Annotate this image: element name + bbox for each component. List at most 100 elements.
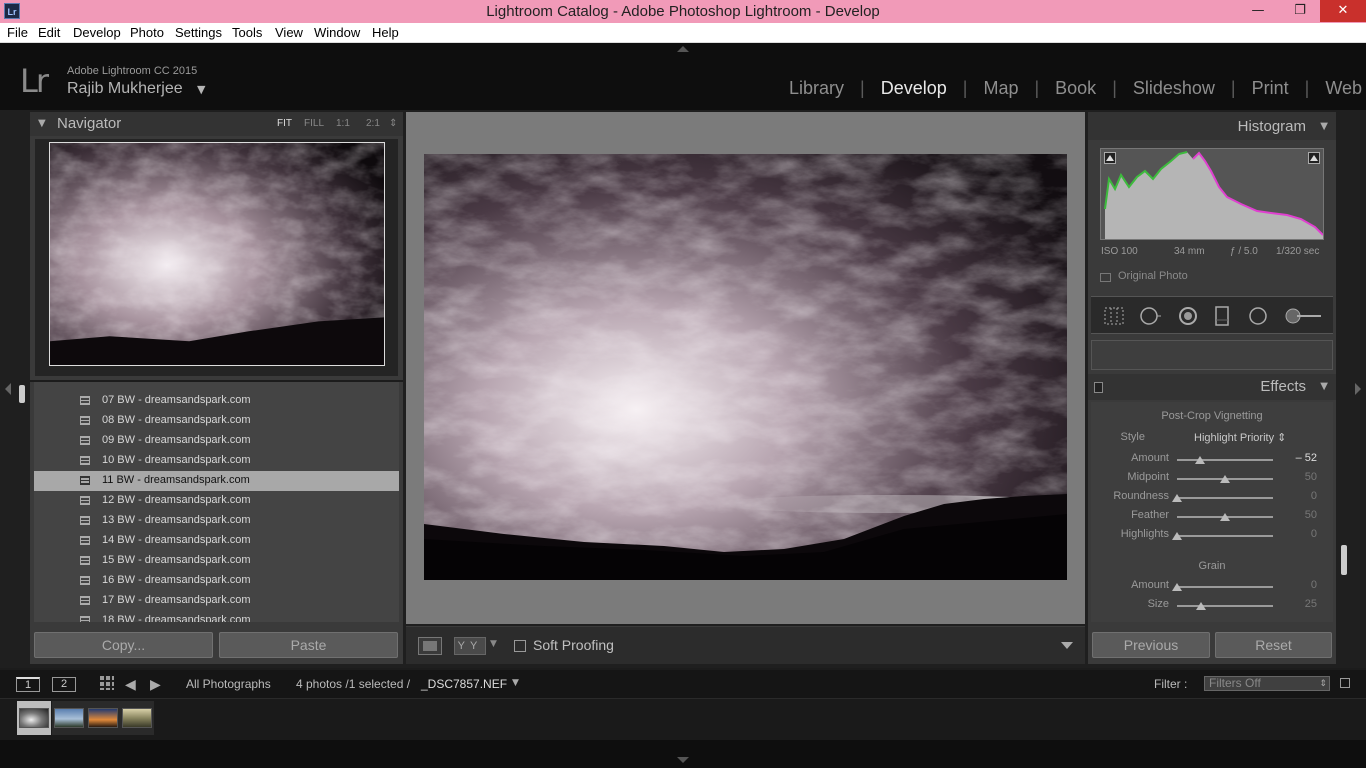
collapse-triangle-icon[interactable]: ▼	[1320, 121, 1328, 132]
filmstrip-source[interactable]: All Photographs	[186, 677, 271, 691]
snapshot-item[interactable]: 08 BW - dreamsandspark.com	[34, 411, 399, 431]
slider-thumb[interactable]	[1172, 532, 1182, 540]
histogram-header[interactable]: Histogram ▼	[1088, 112, 1336, 140]
filmstrip-thumb[interactable]	[120, 701, 154, 735]
graduated-filter-icon[interactable]	[1211, 306, 1233, 326]
slider-value[interactable]: 50	[1281, 509, 1317, 521]
snapshot-item[interactable]: 07 BW - dreamsandspark.com	[34, 391, 399, 411]
filmstrip-thumb[interactable]	[17, 701, 51, 735]
collapse-right-panel-arrow[interactable]	[1355, 383, 1361, 395]
primary-display-button[interactable]: 1	[16, 677, 40, 692]
zoom-fit[interactable]: FIT	[277, 118, 292, 129]
previous-button[interactable]: Previous	[1092, 632, 1210, 658]
slider-thumb[interactable]	[1196, 602, 1206, 610]
zoom-more-icon[interactable]: ⇕	[389, 118, 397, 129]
module-print[interactable]: Print	[1236, 78, 1305, 99]
user-menu-caret-icon[interactable]: ▼	[197, 83, 205, 96]
snapshot-item[interactable]: 18 BW - dreamsandspark.com	[34, 611, 399, 622]
zoom-fill[interactable]: FILL	[304, 118, 324, 129]
copy-settings-button[interactable]: Copy...	[34, 632, 213, 658]
module-web[interactable]: Web	[1309, 78, 1362, 99]
maximize-button[interactable]: ❐	[1280, 0, 1320, 22]
menu-window[interactable]: Window	[314, 25, 360, 40]
shadow-clipping-toggle[interactable]	[1104, 152, 1116, 164]
histogram-graph[interactable]	[1100, 148, 1324, 240]
next-photo-icon[interactable]: ▶	[150, 677, 161, 693]
slider-value[interactable]: 25	[1281, 598, 1317, 610]
snapshot-item[interactable]: 12 BW - dreamsandspark.com	[34, 491, 399, 511]
highlight-clipping-toggle[interactable]	[1308, 152, 1320, 164]
user-name[interactable]: Rajib Mukherjee	[67, 80, 183, 98]
reset-button[interactable]: Reset	[1215, 632, 1332, 658]
slider-thumb[interactable]	[1172, 494, 1182, 502]
selected-filename[interactable]: _DSC7857.NEF	[421, 677, 507, 691]
before-after-button[interactable]: YY	[454, 637, 486, 655]
snapshot-list[interactable]: 07 BW - dreamsandspark.com 08 BW - dreams…	[34, 382, 399, 622]
menu-view[interactable]: View	[275, 25, 303, 40]
filter-select[interactable]: Filters Off	[1204, 676, 1330, 691]
slider-track[interactable]	[1177, 535, 1273, 537]
menu-develop[interactable]: Develop	[73, 25, 121, 40]
radial-filter-icon[interactable]	[1247, 306, 1269, 326]
spot-removal-icon[interactable]	[1139, 306, 1161, 326]
collapse-left-panel-arrow[interactable]	[5, 383, 11, 395]
zoom-1-1[interactable]: 1:1	[336, 118, 350, 129]
snapshot-item[interactable]: 10 BW - dreamsandspark.com	[34, 451, 399, 471]
original-photo-checkbox[interactable]	[1100, 273, 1111, 282]
slider-track[interactable]	[1177, 497, 1273, 499]
image-viewport[interactable]	[406, 112, 1085, 624]
soft-proofing-checkbox[interactable]	[514, 640, 526, 652]
toolbar-options-caret-icon[interactable]	[1061, 642, 1073, 649]
slider-value[interactable]: 0	[1281, 579, 1317, 591]
menu-tools[interactable]: Tools	[232, 25, 262, 40]
vignette-style-select[interactable]: Highlight Priority ⇕	[1194, 431, 1286, 444]
slider-thumb[interactable]	[1220, 475, 1230, 483]
slider-track[interactable]	[1177, 459, 1273, 461]
slider-value[interactable]: – 52	[1281, 452, 1317, 464]
navigator-thumbnail[interactable]	[49, 142, 385, 366]
slider-thumb[interactable]	[1195, 456, 1206, 464]
left-panel-scrollbar[interactable]	[19, 385, 25, 403]
snapshot-item[interactable]: 09 BW - dreamsandspark.com	[34, 431, 399, 451]
snapshot-item[interactable]: 13 BW - dreamsandspark.com	[34, 511, 399, 531]
navigator-header[interactable]: ▼ Navigator FIT FILL 1:1 2:1 ⇕	[30, 112, 403, 136]
module-slideshow[interactable]: Slideshow	[1117, 78, 1231, 99]
module-map[interactable]: Map	[967, 78, 1034, 99]
module-book[interactable]: Book	[1039, 78, 1112, 99]
module-develop[interactable]: Develop	[865, 78, 963, 99]
adjustment-brush-icon[interactable]	[1283, 306, 1323, 326]
slider-value[interactable]: 50	[1281, 471, 1317, 483]
crop-overlay-icon[interactable]	[1103, 306, 1125, 326]
main-photo[interactable]	[424, 154, 1067, 580]
paste-settings-button[interactable]: Paste	[219, 632, 398, 658]
loupe-view-button[interactable]	[418, 637, 442, 655]
effects-header[interactable]: Effects ▼	[1088, 374, 1336, 400]
menu-photo[interactable]: Photo	[130, 25, 164, 40]
filmstrip-thumb[interactable]	[52, 701, 86, 735]
snapshot-item[interactable]: 16 BW - dreamsandspark.com	[34, 571, 399, 591]
filmstrip[interactable]	[0, 698, 1366, 740]
previous-photo-icon[interactable]: ◀	[125, 677, 136, 693]
slider-value[interactable]: 0	[1281, 490, 1317, 502]
snapshot-item[interactable]: 15 BW - dreamsandspark.com	[34, 551, 399, 571]
minimize-button[interactable]: —	[1238, 0, 1278, 22]
slider-value[interactable]: 0	[1281, 528, 1317, 540]
zoom-2-1[interactable]: 2:1	[366, 118, 380, 129]
collapse-triangle-icon[interactable]: ▼	[1320, 381, 1328, 392]
collapse-triangle-icon[interactable]: ▼	[38, 118, 46, 129]
snapshot-item[interactable]: 11 BW - dreamsandspark.com	[34, 471, 399, 491]
menu-settings[interactable]: Settings	[175, 25, 222, 40]
snapshot-item[interactable]: 14 BW - dreamsandspark.com	[34, 531, 399, 551]
close-button[interactable]: ✕	[1320, 0, 1366, 22]
menu-edit[interactable]: Edit	[38, 25, 60, 40]
grid-view-icon[interactable]	[100, 676, 114, 690]
navigator-preview[interactable]	[35, 139, 398, 376]
filter-lock-icon[interactable]	[1340, 678, 1350, 688]
module-library[interactable]: Library	[773, 78, 860, 99]
secondary-display-button[interactable]: 2	[52, 677, 76, 692]
menu-help[interactable]: Help	[372, 25, 399, 40]
snapshot-item[interactable]: 17 BW - dreamsandspark.com	[34, 591, 399, 611]
slider-track[interactable]	[1177, 586, 1273, 588]
right-panel-scrollbar[interactable]	[1341, 545, 1347, 575]
filename-caret-icon[interactable]: ▼	[512, 678, 519, 688]
